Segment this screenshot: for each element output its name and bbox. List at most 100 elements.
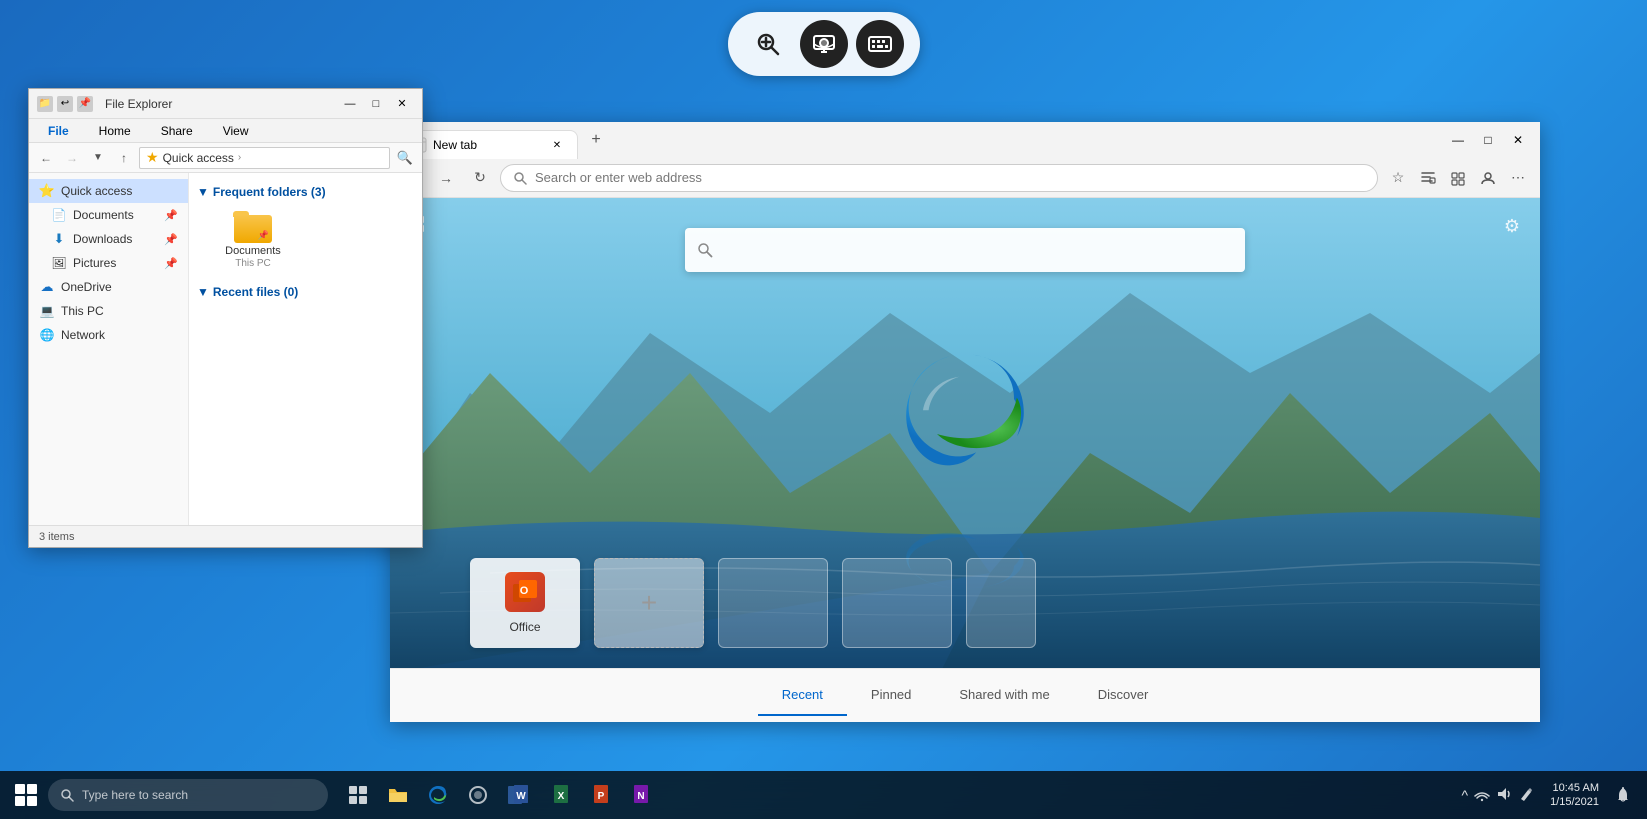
edge-quick-links: O Office + bbox=[470, 558, 1036, 648]
fe-statusbar: 3 items bbox=[29, 525, 422, 547]
fe-tab-home[interactable]: Home bbox=[84, 119, 146, 142]
taskbar-task-view[interactable] bbox=[340, 777, 376, 813]
edge-bottom-tabs: Recent Pinned Shared with me Discover bbox=[390, 668, 1540, 722]
taskbar-powerpoint[interactable]: P bbox=[580, 777, 616, 813]
quick-access-icon: ⭐ bbox=[39, 183, 55, 199]
edge-maximize-button[interactable]: □ bbox=[1474, 128, 1502, 152]
svg-text:N: N bbox=[637, 791, 644, 802]
frequent-folders-chevron: ▼ bbox=[197, 185, 209, 199]
sidebar-item-downloads[interactable]: ⬇ Downloads 📌 bbox=[29, 227, 188, 251]
edge-forward-button[interactable]: → bbox=[432, 164, 460, 192]
office-icon: O bbox=[505, 572, 545, 612]
sidebar-item-pictures[interactable]: 🖼 Pictures 📌 bbox=[29, 251, 188, 275]
fe-back-button[interactable]: ← bbox=[35, 147, 57, 169]
tray-network-icon[interactable] bbox=[1474, 786, 1490, 805]
sidebar-item-onedrive[interactable]: ☁ OneDrive bbox=[29, 275, 188, 299]
fe-ribbon: File Home Share View bbox=[29, 119, 422, 143]
taskbar-search-box[interactable]: Type here to search bbox=[48, 779, 328, 811]
fe-folder-icon-small: 📁 bbox=[37, 96, 53, 112]
fe-up-button[interactable]: ↑ bbox=[113, 147, 135, 169]
edge-profile-button[interactable] bbox=[1474, 164, 1502, 192]
file-explorer-title: File Explorer bbox=[105, 97, 332, 111]
fe-forward-button[interactable]: → bbox=[61, 147, 83, 169]
floating-toolbar bbox=[728, 12, 920, 76]
fe-tab-view[interactable]: View bbox=[208, 119, 264, 142]
tray-pen-icon[interactable] bbox=[1518, 786, 1534, 805]
edge-new-tab-button[interactable]: + bbox=[582, 126, 610, 154]
taskbar-word[interactable]: W bbox=[500, 777, 536, 813]
edge-tab-shared-with-me[interactable]: Shared with me bbox=[935, 675, 1073, 716]
tray-volume-icon[interactable] bbox=[1496, 786, 1512, 805]
fe-folder-documents[interactable]: 📌 Documents This PC bbox=[213, 207, 293, 273]
documents-icon: 📄 bbox=[51, 207, 67, 223]
edge-empty-card-2 bbox=[842, 558, 952, 648]
quick-access-label: Quick access bbox=[61, 184, 132, 198]
fe-recent-files-header[interactable]: ▼ Recent files (0) bbox=[197, 281, 414, 303]
fe-tab-file[interactable]: File bbox=[33, 119, 84, 142]
fe-address-bar[interactable]: ★ Quick access › bbox=[139, 147, 390, 169]
edge-new-tab-search-box[interactable] bbox=[685, 228, 1245, 272]
sidebar-item-documents[interactable]: 📄 Documents 📌 bbox=[29, 203, 188, 227]
sidebar-item-quick-access[interactable]: ⭐ Quick access bbox=[29, 179, 188, 203]
edge-close-button[interactable]: ✕ bbox=[1504, 128, 1532, 152]
edge-favorites-sidebar-button[interactable] bbox=[1414, 164, 1442, 192]
fe-minimize-button[interactable]: — bbox=[338, 95, 362, 113]
fe-frequent-folders-header[interactable]: ▼ Frequent folders (3) bbox=[197, 181, 414, 203]
folder-pin-indicator: 📌 bbox=[258, 230, 269, 241]
fe-window-buttons: — □ ✕ bbox=[338, 95, 414, 113]
remote-desktop-button[interactable] bbox=[800, 20, 848, 68]
taskbar-cortana[interactable] bbox=[460, 777, 496, 813]
win-logo-br bbox=[27, 796, 37, 806]
taskbar-notification-button[interactable] bbox=[1607, 779, 1639, 811]
edge-minimize-button[interactable]: — bbox=[1444, 128, 1472, 152]
sidebar-item-network[interactable]: 🌐 Network bbox=[29, 323, 188, 347]
edge-tab-discover[interactable]: Discover bbox=[1074, 675, 1173, 716]
svg-text:P: P bbox=[598, 791, 605, 802]
fe-search-nav-button[interactable]: 🔍 bbox=[394, 147, 416, 169]
edge-refresh-button[interactable]: ↻ bbox=[466, 164, 494, 192]
taskbar-edge[interactable] bbox=[420, 777, 456, 813]
network-icon: 🌐 bbox=[39, 327, 55, 343]
frequent-folders-label: Frequent folders (3) bbox=[213, 185, 326, 199]
edge-favorite-button[interactable]: ☆ bbox=[1384, 164, 1412, 192]
address-search-icon bbox=[513, 171, 527, 185]
fe-tab-share[interactable]: Share bbox=[146, 119, 208, 142]
edge-active-tab[interactable]: New tab ✕ bbox=[398, 130, 578, 159]
network-label: Network bbox=[61, 328, 105, 342]
edge-window-buttons: — □ ✕ bbox=[1444, 122, 1532, 152]
taskbar-onenote[interactable]: N bbox=[620, 777, 656, 813]
pictures-pin-icon: 📌 bbox=[164, 257, 178, 270]
taskbar-file-explorer[interactable] bbox=[380, 777, 416, 813]
fe-close-button[interactable]: ✕ bbox=[390, 95, 414, 113]
edge-content: ⚙ O Office bbox=[390, 198, 1540, 668]
taskbar: Type here to search bbox=[0, 771, 1647, 819]
edge-tab-close-button[interactable]: ✕ bbox=[549, 137, 565, 153]
taskbar-clock[interactable]: 10:45 AM 1/15/2021 bbox=[1550, 781, 1599, 810]
edge-address-bar[interactable]: Search or enter web address bbox=[500, 164, 1378, 192]
zoom-button[interactable] bbox=[744, 20, 792, 68]
taskbar-excel[interactable]: X bbox=[540, 777, 576, 813]
keyboard-button[interactable] bbox=[856, 20, 904, 68]
edge-page-settings-button[interactable]: ⚙ bbox=[1496, 210, 1528, 242]
win-logo-bl bbox=[15, 796, 25, 806]
folder-documents-sublabel: This PC bbox=[235, 258, 271, 269]
edge-add-quicklink[interactable]: + bbox=[594, 558, 704, 648]
edge-search-input[interactable] bbox=[721, 242, 1233, 258]
edge-menu-button[interactable]: ⋯ bbox=[1504, 164, 1532, 192]
edge-office-quicklink[interactable]: O Office bbox=[470, 558, 580, 648]
file-explorer-titlebar: 📁 ↩ 📌 File Explorer — □ ✕ bbox=[29, 89, 422, 119]
edge-tab-recent[interactable]: Recent bbox=[758, 675, 847, 716]
fe-maximize-button[interactable]: □ bbox=[364, 95, 388, 113]
office-quicklink-label: Office bbox=[509, 620, 540, 634]
taskbar-start-button[interactable] bbox=[8, 777, 44, 813]
tray-chevron-icon[interactable]: ^ bbox=[1461, 787, 1468, 803]
edge-tab-pinned[interactable]: Pinned bbox=[847, 675, 935, 716]
sidebar-item-this-pc[interactable]: 💻 This PC bbox=[29, 299, 188, 323]
downloads-icon: ⬇ bbox=[51, 231, 67, 247]
fe-recent-button[interactable]: ▼ bbox=[87, 147, 109, 169]
taskbar-search-placeholder: Type here to search bbox=[82, 788, 188, 802]
edge-collections-button[interactable] bbox=[1444, 164, 1472, 192]
win-logo-tr bbox=[27, 784, 37, 794]
svg-text:X: X bbox=[558, 791, 565, 802]
taskbar-date: 1/15/2021 bbox=[1550, 795, 1599, 809]
